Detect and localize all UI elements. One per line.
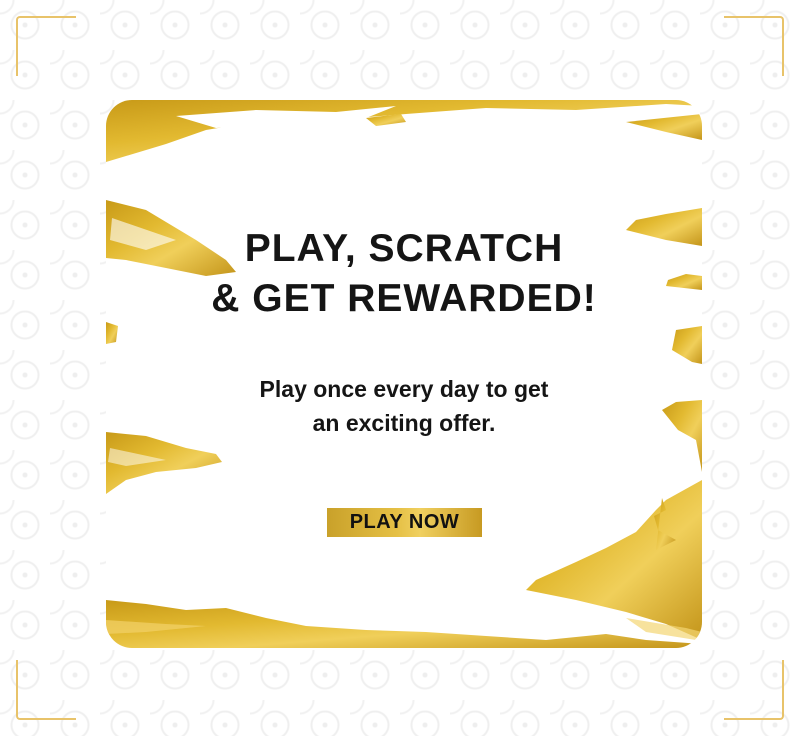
title-line-1: PLAY, SCRATCH: [244, 227, 564, 270]
corner-bracket-bottom-right: [724, 660, 784, 720]
corner-bracket-top-left: [16, 16, 76, 76]
scratch-card[interactable]: PLAY, SCRATCH & GET REWARDED! Play once …: [106, 100, 702, 648]
corner-bracket-top-right: [724, 16, 784, 76]
title-line-2: & GET REWARDED!: [211, 277, 597, 320]
subtitle-line-2: an exciting offer.: [312, 410, 496, 436]
play-now-button[interactable]: PLAY NOW: [327, 508, 482, 537]
subtitle-line-1: Play once every day to get: [259, 376, 549, 402]
corner-bracket-bottom-left: [16, 660, 76, 720]
